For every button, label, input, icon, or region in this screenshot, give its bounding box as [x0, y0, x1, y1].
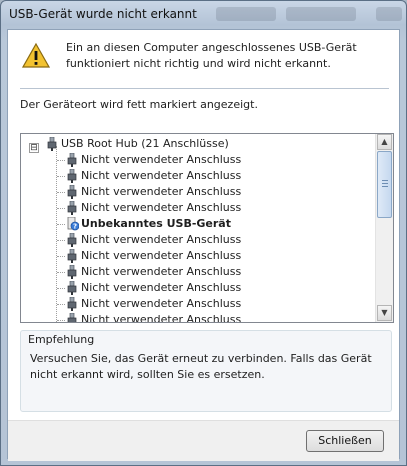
tree-connector — [57, 208, 65, 209]
tree-item-label: Nicht verwendeter Anschluss — [81, 265, 242, 278]
tree-item-label: Nicht verwendeter Anschluss — [81, 233, 242, 246]
tree-item-label: Nicht verwendeter Anschluss — [81, 313, 242, 323]
close-button[interactable]: Schließen — [306, 430, 384, 452]
tree-connector — [57, 304, 65, 305]
tree-connector — [57, 256, 65, 257]
usb-plug-icon — [67, 296, 79, 311]
tree-item-label: Nicht verwendeter Anschluss — [81, 201, 242, 214]
tree-connector — [57, 224, 65, 225]
grip-line — [382, 186, 388, 187]
location-hint: Der Geräteort wird fett markiert angezei… — [20, 98, 258, 111]
tree-connector — [57, 288, 65, 289]
tree-item-port[interactable]: Nicht verwendeter Anschluss — [21, 184, 321, 200]
tree-item-label: Nicht verwendeter Anschluss — [81, 297, 242, 310]
tree-item-port[interactable]: Nicht verwendeter Anschluss — [21, 296, 321, 312]
tree-connector — [57, 192, 65, 193]
recommendation-title: Empfehlung — [28, 333, 95, 346]
usb-plug-icon — [67, 152, 79, 167]
title-bar[interactable]: USB-Gerät wurde nicht erkannt — [1, 1, 406, 29]
tree-item-label: Nicht verwendeter Anschluss — [81, 185, 242, 198]
dialog-content: Ein an diesen Computer angeschlossenes U… — [7, 29, 400, 461]
tree-connector — [57, 272, 65, 273]
scroll-thumb[interactable] — [377, 151, 392, 218]
unknown-device-icon: ? — [67, 216, 80, 231]
usb-plug-icon — [67, 312, 79, 322]
tree-item-port[interactable]: Nicht verwendeter Anschluss — [21, 248, 321, 264]
tree-item-port[interactable]: Nicht verwendeter Anschluss — [21, 152, 321, 168]
background-window-ghost — [376, 7, 402, 21]
tree-connector — [57, 176, 65, 177]
usb-plug-icon — [67, 168, 79, 183]
device-tree[interactable]: ⊟ USB Root Hub (21 Anschlüsse) Nicht ver… — [20, 133, 394, 323]
dialog-window: USB-Gerät wurde nicht erkannt Ein an die… — [0, 0, 407, 466]
tree-item-label: Nicht verwendeter Anschluss — [81, 249, 242, 262]
usb-plug-icon — [67, 200, 79, 215]
grip-line — [382, 180, 388, 181]
usb-plug-icon — [67, 280, 79, 295]
tree-item-label: Nicht verwendeter Anschluss — [81, 153, 242, 166]
background-window-ghost — [286, 7, 356, 21]
tree-item-port[interactable]: Nicht verwendeter Anschluss — [21, 232, 321, 248]
dialog-footer: Schließen — [8, 420, 399, 461]
recommendation-panel: Empfehlung Versuchen Sie, das Gerät erne… — [20, 330, 392, 412]
header-separator — [20, 88, 389, 89]
background-window-ghost — [216, 7, 276, 21]
usb-plug-icon — [67, 264, 79, 279]
usb-plug-icon — [67, 248, 79, 263]
error-message: Ein an diesen Computer angeschlossenes U… — [66, 41, 357, 70]
scroll-up-button[interactable]: ▲ — [377, 134, 392, 150]
vertical-scrollbar[interactable]: ▲ ▼ — [375, 134, 393, 322]
grip-line — [382, 183, 388, 184]
usb-plug-icon — [67, 232, 79, 247]
recommendation-text: Versuchen Sie, das Gerät erneut zu verbi… — [30, 352, 372, 381]
tree-connector — [57, 240, 65, 241]
warning-triangle-icon — [22, 42, 50, 68]
usb-plug-icon — [47, 136, 57, 151]
tree-item-unknown-device[interactable]: ? Unbekanntes USB-Gerät — [21, 216, 321, 232]
tree-item-label: Nicht verwendeter Anschluss — [81, 169, 242, 182]
tree-connector — [57, 320, 65, 321]
tree-root-item[interactable]: ⊟ USB Root Hub (21 Anschlüsse) — [21, 136, 271, 153]
tree-connector — [57, 160, 65, 161]
tree-item-port[interactable]: Nicht verwendeter Anschluss — [21, 312, 321, 323]
tree-root-label: USB Root Hub (21 Anschlüsse) — [61, 137, 229, 150]
tree-item-port[interactable]: Nicht verwendeter Anschluss — [21, 168, 321, 184]
tree-item-label: Unbekanntes USB-Gerät — [81, 217, 231, 230]
tree-item-port[interactable]: Nicht verwendeter Anschluss — [21, 280, 321, 296]
scroll-down-button[interactable]: ▼ — [377, 305, 392, 321]
usb-plug-icon — [67, 184, 79, 199]
window-title: USB-Gerät wurde nicht erkannt — [9, 7, 197, 21]
svg-text:?: ? — [73, 223, 77, 231]
dialog-header: Ein an diesen Computer angeschlossenes U… — [8, 30, 399, 92]
tree-item-label: Nicht verwendeter Anschluss — [81, 281, 242, 294]
tree-item-port[interactable]: Nicht verwendeter Anschluss — [21, 200, 321, 216]
tree-item-port[interactable]: Nicht verwendeter Anschluss — [21, 264, 321, 280]
